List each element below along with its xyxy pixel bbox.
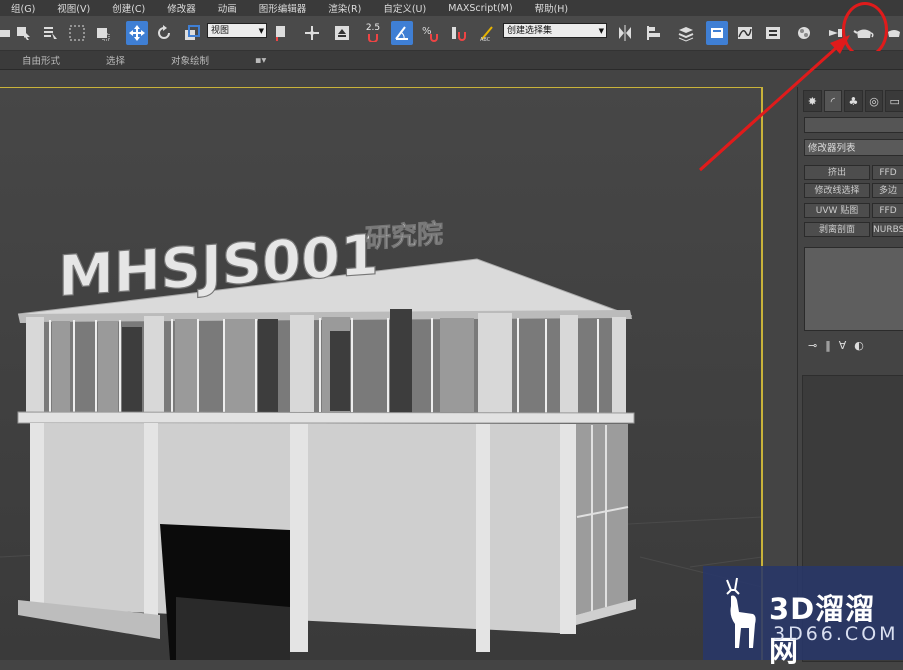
align-icon[interactable] — [643, 21, 665, 45]
menu-group[interactable]: 组(G) — [0, 1, 46, 15]
watermark-url: 3D66.COM — [773, 623, 899, 645]
pivot-icon[interactable] — [270, 21, 292, 45]
motion-tab-icon[interactable]: ◎ — [864, 90, 884, 112]
move-icon[interactable] — [126, 21, 148, 45]
watermark: 3D溜溜网 3D66.COM — [703, 566, 903, 668]
ribbon-options-icon[interactable]: ▪▾ — [255, 55, 266, 66]
perspective-viewport[interactable]: MHSJS001 研究院 — [0, 87, 762, 660]
manipulate-icon[interactable] — [301, 21, 323, 45]
hierarchy-tab-icon[interactable]: ♣ — [844, 90, 863, 112]
scene-render: MHSJS001 研究院 — [0, 87, 762, 660]
tab-object-paint[interactable]: 对象绘制 — [171, 53, 209, 67]
display-tab-icon[interactable]: ▭ — [885, 90, 903, 112]
make-unique-icon[interactable]: ∀ — [839, 339, 847, 352]
spinner-snap-icon[interactable] — [447, 21, 469, 45]
deer-logo-icon — [726, 577, 756, 648]
modifier-button-extrude[interactable]: 挤出 — [804, 165, 870, 180]
window-crossing-icon[interactable] — [92, 21, 114, 45]
menu-help[interactable]: 帮助(H) — [524, 1, 580, 15]
modifier-button-edit-spline-select[interactable]: 修改线选择 — [804, 183, 870, 198]
menu-rendering[interactable]: 渲染(R) — [317, 1, 372, 15]
menu-customize[interactable]: 自定义(U) — [372, 1, 437, 15]
menu-create[interactable]: 创建(C) — [101, 1, 156, 15]
reference-coordinate-value: 视图 — [211, 26, 230, 36]
rect-select-icon[interactable] — [66, 21, 88, 45]
menu-maxscript[interactable]: MAXScript(M) — [437, 3, 523, 14]
modifier-button-ffd[interactable]: FFD — [872, 165, 903, 180]
modifier-button-uvw-map[interactable]: UVW 贴图 — [804, 203, 870, 218]
reference-coordinate-dropdown[interactable]: 视图 ▼ — [207, 23, 267, 38]
modify-tab-icon[interactable]: ◜ — [823, 90, 843, 112]
tab-freeform[interactable]: 自由形式 — [22, 53, 60, 67]
mirror-icon[interactable] — [614, 21, 636, 45]
menu-animation[interactable]: 动画 — [207, 1, 248, 15]
mid-slab — [17, 411, 635, 424]
named-selection-set-dropdown[interactable]: 创建选择集 ▼ — [503, 23, 607, 38]
percent-snap-icon[interactable]: % — [419, 21, 441, 45]
remove-modifier-icon[interactable]: ◐ — [854, 339, 864, 352]
select-object-icon[interactable] — [13, 21, 35, 45]
chevron-down-icon: ▼ — [258, 27, 264, 35]
keyboard-shortcut-icon[interactable] — [331, 21, 353, 45]
named-selection-set-value: 创建选择集 — [507, 26, 553, 36]
snap-toggle-icon[interactable]: 2.5 — [362, 21, 384, 45]
rotate-icon[interactable] — [153, 21, 175, 45]
edit-named-selection-icon[interactable]: ABC — [476, 21, 498, 45]
modifier-stack[interactable] — [804, 247, 903, 331]
object-name-field[interactable] — [804, 117, 903, 133]
command-panel-tabs: ✸ ◜ ♣ ◎ ▭ — [803, 90, 903, 112]
menu-bar: 组(G) 视图(V) 创建(C) 修改器 动画 图形编辑器 渲染(R) 自定义(… — [0, 0, 903, 16]
modifier-list-dropdown[interactable]: 修改器列表 — [804, 139, 903, 156]
modifier-button-ffd-2[interactable]: FFD — [872, 203, 903, 218]
menu-view[interactable]: 视图(V) — [46, 1, 101, 15]
stack-tools: ⊸ ‖ ∀ ◐ — [808, 339, 864, 352]
snap-toggle-label: 2.5 — [365, 23, 381, 33]
sign-suffix-text: 研究院 — [365, 218, 443, 254]
lower-side-glass — [576, 424, 628, 615]
tab-selection[interactable]: 选择 — [106, 53, 125, 67]
scale-icon[interactable] — [181, 21, 203, 45]
pin-stack-icon[interactable]: ⊸ — [808, 339, 817, 352]
svg-text:ABC: ABC — [480, 37, 491, 42]
modifier-button-nurbs[interactable]: NURBS — [872, 222, 903, 237]
garage-floor — [176, 597, 290, 660]
menu-modifiers[interactable]: 修改器 — [156, 1, 207, 15]
layer-manager-icon[interactable] — [675, 21, 697, 45]
chevron-down-icon: ▼ — [598, 27, 604, 35]
show-end-result-icon[interactable]: ‖ — [825, 339, 831, 352]
modifier-button-sweep[interactable]: 剥离剖面 — [804, 222, 870, 237]
select-by-name-icon[interactable] — [39, 21, 61, 45]
menu-graph-editors[interactable]: 图形编辑器 — [248, 1, 318, 15]
modifier-button-poly[interactable]: 多边 — [872, 183, 903, 198]
angle-snap-icon[interactable] — [391, 21, 413, 45]
create-tab-icon[interactable]: ✸ — [803, 90, 822, 112]
